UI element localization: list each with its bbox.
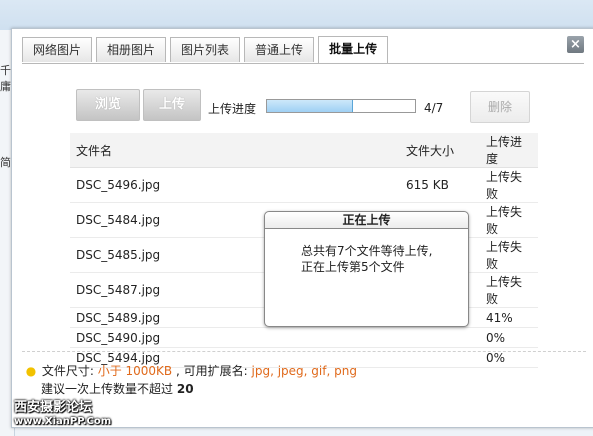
advice-text: 建议一次上传数量不超过 — [41, 382, 174, 396]
file-progress: 0% — [480, 327, 538, 348]
upload-button[interactable]: 上传 — [143, 89, 201, 121]
uploading-modal: 正在上传 总共有7个文件等待上传, 正在上传第5个文件 — [264, 211, 469, 327]
tab-batch-upload[interactable]: 批量上传 — [318, 36, 389, 63]
delete-button[interactable]: 删除 — [470, 91, 530, 123]
watermark: 西安摄影论坛 www.XianPP.Com — [14, 401, 111, 429]
browse-button[interactable]: 浏览 — [76, 89, 140, 121]
file-progress: 41% — [480, 307, 538, 328]
tab-album-images[interactable]: 相册图片 — [96, 37, 167, 62]
file-progress: 上传失败 — [480, 272, 538, 308]
watermark-title: 西安摄影论坛 — [14, 400, 93, 415]
file-size — [400, 327, 480, 348]
file-size: 615 KB — [400, 167, 480, 203]
tab-image-list[interactable]: 图片列表 — [170, 37, 241, 62]
table-row[interactable]: DSC_5496.jpg 615 KB 上传失败 — [70, 167, 538, 203]
watermark-url: www.XianPP.Com — [14, 416, 112, 427]
table-header-row: 文件名 文件大小 上传进度 — [70, 133, 538, 168]
file-name: DSC_5490.jpg — [70, 327, 400, 348]
header-progress: 上传进度 — [480, 133, 538, 168]
lightbulb-icon: ● — [25, 364, 37, 378]
background-header — [0, 0, 593, 30]
file-name: DSC_5496.jpg — [70, 167, 400, 203]
size-label: 文件尺寸: — [41, 364, 94, 378]
progress-fill — [267, 100, 353, 112]
tab-web-images[interactable]: 网络图片 — [22, 37, 93, 62]
tab-divider — [22, 63, 584, 64]
file-progress: 上传失败 — [480, 202, 538, 238]
file-size-info: ● 文件尺寸: 小于 1000KB , 可用扩展名: jpg, jpeg, gi… — [24, 362, 357, 379]
upload-advice: 建议一次上传数量不超过 20 — [41, 380, 194, 397]
file-progress: 上传失败 — [480, 167, 538, 203]
upload-dialog: 网络图片 相册图片 图片列表 普通上传 批量上传 × 浏览 上传 上传进度 4/… — [11, 28, 593, 428]
header-filename: 文件名 — [70, 133, 400, 168]
close-icon[interactable]: × — [567, 36, 584, 53]
modal-body: 总共有7个文件等待上传, 正在上传第5个文件 — [265, 229, 468, 275]
progress-count: 4/7 — [424, 101, 444, 115]
background-text: 简 — [0, 156, 11, 169]
modal-line-current: 正在上传第5个文件 — [301, 260, 405, 274]
table-row[interactable]: DSC_5490.jpg 0% — [70, 327, 538, 348]
modal-line-total: 总共有7个文件等待上传, — [301, 244, 433, 258]
tab-bar: 网络图片 相册图片 图片列表 普通上传 批量上传 — [22, 36, 392, 63]
modal-title: 正在上传 — [265, 212, 468, 229]
ext-value: jpg, jpeg, gif, png — [251, 364, 357, 378]
progress-bar — [266, 99, 416, 113]
ext-label: , 可用扩展名: — [176, 364, 248, 378]
header-filesize: 文件大小 — [400, 133, 480, 168]
progress-label: 上传进度 — [208, 102, 257, 116]
size-value: 小于 1000KB — [97, 364, 173, 378]
file-progress: 上传失败 — [480, 237, 538, 273]
advice-count: 20 — [176, 382, 194, 396]
tab-normal-upload[interactable]: 普通上传 — [244, 37, 315, 62]
divider — [22, 351, 586, 352]
